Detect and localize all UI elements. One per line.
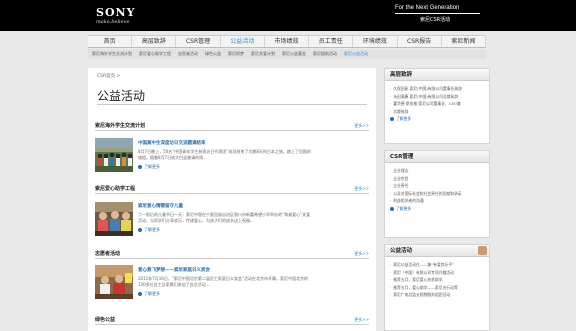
article-title[interactable]: 爱心救飞梦想——索尼家庭日义卖会: [138, 267, 368, 273]
nav-item-public-welfare[interactable]: 公益活动: [221, 36, 265, 47]
sidebar-link[interactable]: 推荐五月，索尼爱心扶贫助学: [390, 276, 484, 284]
article-item: 中国高中生深度访日交流圆满结束 8月7日晚上，50名“中国青年学生参观访日代表团…: [138, 140, 368, 170]
sidebar-link[interactable]: 企业责任: [390, 182, 484, 190]
arrow-bullet-icon: [138, 165, 142, 169]
slogan-subtitle: 索尼CSR活动: [420, 17, 451, 23]
main-content: CSR首页 > 公益活动 索尼海外学生交流计划 更多>> 中国高中生深度访日交流…: [88, 68, 376, 331]
sidebar-link[interactable]: 索尼（中国）有限公司专项兴趣活动: [390, 269, 484, 277]
subnav-item[interactable]: 绿色公益: [205, 49, 221, 59]
arrow-bullet-icon: [390, 206, 394, 211]
more-link[interactable]: 更多>>: [354, 251, 369, 257]
article-description: 8月7日晚上，50名“中国青年学生参观访日代表团”成员结束了为期8天的日本之旅，…: [138, 149, 311, 160]
breadcrumb[interactable]: CSR首页 >: [97, 73, 120, 79]
section-header: 绿色公益 更多>>: [95, 316, 369, 325]
sidebar-box-title: 高层致辞: [385, 69, 489, 81]
sony-logo[interactable]: SONY: [96, 6, 135, 19]
nav-item-csr-report[interactable]: CSR报告: [398, 36, 442, 47]
subnav-item[interactable]: 索尼爱心助学工程: [139, 49, 171, 59]
sidebar-link[interactable]: 企业理念: [390, 167, 484, 175]
subnav-item[interactable]: 索尼公益活动: [344, 49, 368, 59]
article-item: 爱心救飞梦想——索尼家庭日义卖会 2011年7月16日，“索尼中国北京第二届员工…: [138, 267, 368, 297]
sidebar-box-title: 公益活动: [385, 245, 489, 257]
page-title: 公益活动: [97, 89, 146, 103]
section-title: 志愿者活动: [95, 251, 121, 257]
sidebar-link[interactable]: 利益相关者的沟通: [390, 197, 484, 205]
learn-more-link[interactable]: 了解更多: [385, 115, 489, 126]
article-thumbnail[interactable]: [95, 265, 133, 299]
learn-more-link[interactable]: 了解更多: [385, 205, 489, 216]
nav-item-market-performance[interactable]: 市场绩效: [265, 36, 310, 47]
article-description: 六一前后的儿童节日一天，索尼中国在宁夏回族自治区银川市新蕾希望小学举办的“和谐爱…: [138, 212, 311, 223]
section-title: 索尼海外学生交流计划: [95, 123, 146, 129]
logo-tagline: make.believe: [96, 19, 130, 25]
section-title: 索尼爱心助学工程: [95, 186, 136, 192]
article-thumbnail[interactable]: [95, 202, 133, 236]
article-title[interactable]: 索尼爱心情暖留守儿童: [138, 203, 368, 209]
slogan: For the Next Generation: [395, 5, 460, 11]
more-link[interactable]: 更多>>: [354, 186, 369, 192]
avatar-icon: [478, 246, 487, 255]
slogan-divider: [395, 13, 480, 14]
section-header: 索尼海外学生交流计划 更多>>: [95, 122, 369, 131]
subnav-item[interactable]: 索尼探梦: [228, 49, 244, 59]
sidebar-box-title: CSR管理: [385, 151, 489, 163]
arrow-bullet-icon: [390, 117, 394, 122]
sidebar-box-public-welfare: 公益活动 索尼公益活动在——像“有爱其乐平” 索尼（中国）有限公司专项兴趣活动 …: [384, 244, 490, 331]
subnav-item[interactable]: 索尼援助活动: [313, 49, 337, 59]
learn-more-link[interactable]: 了解更多: [138, 227, 368, 233]
nav-item-home[interactable]: 首页: [88, 36, 133, 47]
sidebar-link[interactable]: 索尼公益活动在——像“有爱其乐平”: [390, 261, 484, 269]
more-link[interactable]: 更多>>: [354, 123, 369, 129]
article-thumbnail[interactable]: [95, 138, 133, 172]
section-header: 索尼爱心助学工程 更多>>: [95, 185, 369, 194]
title-divider: [97, 104, 367, 105]
nav-item-environment[interactable]: 环境绩效: [353, 36, 398, 47]
subnav-item[interactable]: 志愿者活动: [178, 49, 198, 59]
arrow-bullet-icon: [138, 228, 142, 232]
subnav-item[interactable]: 索尼公益基金: [282, 49, 306, 59]
more-link[interactable]: 更多>>: [354, 317, 369, 323]
nav-item-employee-responsibility[interactable]: 员工责任: [309, 36, 354, 47]
sidebar-link[interactable]: 索尼广电总监五视频服务组团活动: [390, 291, 484, 299]
section-header: 志愿者活动 更多>>: [95, 250, 369, 259]
learn-more-link[interactable]: 了解更多: [138, 291, 368, 297]
nav-item-csr-management[interactable]: CSR管理: [176, 36, 221, 47]
article-title[interactable]: 中国高中生深度访日交流圆满结束: [138, 140, 368, 146]
nav-item-sony-news[interactable]: 索尼新闻: [442, 36, 486, 47]
sidebar-link[interactable]: 霍华德·斯金格 索尼公司董事长、CEO兼: [390, 100, 484, 108]
arrow-bullet-icon: [138, 292, 142, 296]
top-header: SONY make.believe For the Next Generatio…: [0, 0, 576, 31]
article-item: 索尼爱心情暖留守儿童 六一前后的儿童节日一天，索尼中国在宁夏回族自治区银川市新蕾…: [138, 203, 368, 233]
sidebar-box-executive-message: 高层致辞 久保田彰 索尼(中国)有限公司董事长致辞 永田满康 索尼(中国)有限公…: [384, 68, 490, 144]
sidebar-box-csr-management: CSR管理 企业理念 企业宗旨 企业责任 以及对国际社会和社会责任的贡献和承诺 …: [384, 150, 490, 238]
sidebar-link[interactable]: 久保田彰 索尼(中国)有限公司董事长致辞: [390, 85, 484, 93]
sidebar-link[interactable]: 企业宗旨: [390, 175, 484, 183]
sidebar-link[interactable]: 推荐五月，爱心助学——索尼光行动等: [390, 284, 484, 292]
section-title: 绿色公益: [95, 317, 116, 323]
nav-item-executive-message[interactable]: 高层致辞: [132, 36, 177, 47]
main-nav: 首页 高层致辞 CSR管理 公益活动 市场绩效 员工责任 环境绩效 CSR报告 …: [88, 35, 486, 48]
sidebar-link[interactable]: 总裁致辞: [390, 108, 484, 116]
subnav-item[interactable]: 索尼关爱计划: [251, 49, 275, 59]
sub-nav: 索尼海外学生交流计划 索尼爱心助学工程 志愿者活动 绿色公益 索尼探梦 索尼关爱…: [88, 49, 486, 59]
sidebar-link[interactable]: 以及对国际社会和社会责任的贡献和承诺: [390, 190, 484, 198]
learn-more-link[interactable]: 了解更多: [138, 164, 368, 170]
article-description: 2011年7月16日，“索尼中国北京第二届员工家庭日义卖会”活动在北京市开幕，索…: [138, 276, 308, 287]
subnav-item[interactable]: 索尼海外学生交流计划: [92, 49, 132, 59]
sidebar-link[interactable]: 永田满康 索尼(中国)有限公司总裁致辞: [390, 93, 484, 101]
